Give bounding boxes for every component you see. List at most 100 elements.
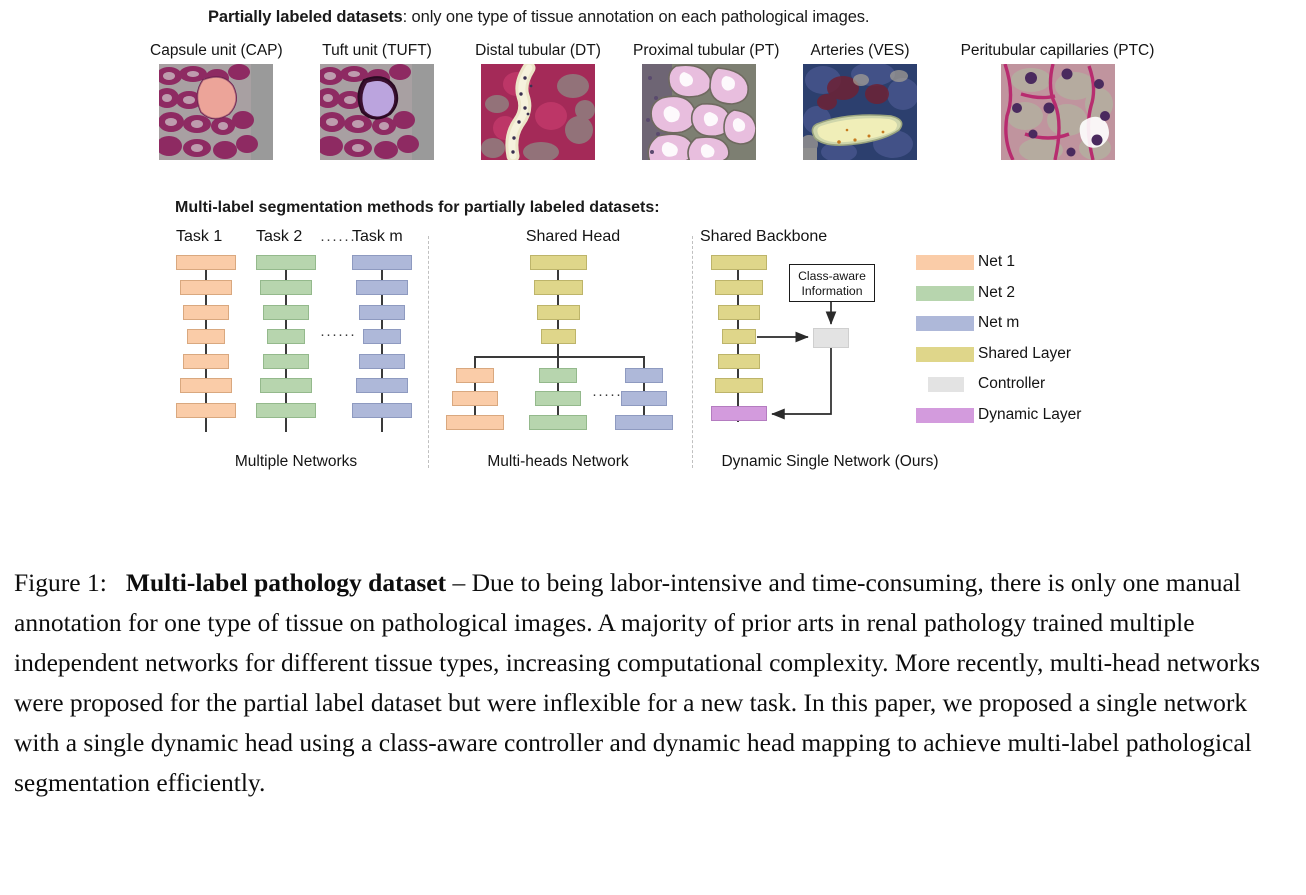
- block-backbone-4: [722, 329, 756, 344]
- thumbnail-column-tuft: Tuft unit (TUFT): [311, 42, 443, 160]
- cap-image-svg: [159, 64, 273, 160]
- panel-multi-heads: Shared Head ······ Multi-heads Network: [446, 228, 700, 478]
- dt-image-svg: [481, 64, 595, 160]
- branch-bus: [474, 356, 644, 358]
- methods-heading: Multi-label segmentation methods for par…: [175, 199, 660, 216]
- thumbnail-label-dt: Distal tubular (DT): [475, 42, 601, 59]
- thumbnail-label-tuft: Tuft unit (TUFT): [322, 42, 432, 59]
- block-shared-head-1: [530, 255, 587, 270]
- block-net2-7: [256, 403, 316, 418]
- task-label-m: Task m: [352, 228, 403, 245]
- pathology-thumbnail-dt: [481, 64, 595, 160]
- panel-multiple-networks: Task 1 Task 2 ······ Task m ······ Multi…: [168, 228, 418, 478]
- panel-caption-dynamic-single: Dynamic Single Network (Ours): [721, 453, 939, 470]
- block-shared-head-4: [541, 329, 576, 344]
- task-label-2: Task 2: [256, 228, 303, 245]
- block-net2-3: [263, 305, 309, 320]
- block-dynamic-layer: [711, 406, 767, 421]
- heading-bold-part: Partially labeled datasets: [208, 8, 403, 26]
- legend-label-netm: Net m: [978, 314, 1020, 331]
- legend-swatch-net2: [916, 285, 974, 301]
- legend-label-controller: Controller: [978, 375, 1046, 392]
- block-head-net1-3: [446, 415, 504, 430]
- arrow-controller-to-dynamic-layer: [771, 348, 832, 420]
- panel-divider-1: [428, 236, 429, 468]
- block-net1-4: [187, 329, 225, 344]
- panel-caption-multi-heads: Multi-heads Network: [487, 453, 629, 470]
- pathology-thumbnail-cap: [159, 64, 273, 160]
- block-controller: [813, 328, 849, 348]
- class-aware-line-2: Information: [801, 283, 863, 298]
- task-label-dots: ······: [320, 231, 356, 248]
- task-label-1: Task 1: [176, 228, 223, 245]
- tissue-thumbnail-strip: Capsule unit (CAP) Tuft unit (TUFT) Dist…: [150, 42, 1160, 187]
- block-netm-5: [359, 354, 405, 369]
- ptc-image-svg: [1000, 64, 1115, 160]
- block-head-netm-2: [621, 391, 667, 406]
- caption-bold-title: Multi-label pathology dataset: [125, 568, 447, 597]
- block-net1-6: [180, 378, 232, 393]
- tuft-image-svg: [320, 64, 434, 160]
- block-head-net1-1: [456, 368, 494, 383]
- ves-image-svg: [803, 64, 917, 160]
- pathology-thumbnail-ves: [803, 64, 917, 160]
- block-backbone-3: [718, 305, 760, 320]
- block-net2-2: [260, 280, 312, 295]
- panel-caption-multiple-networks: Multiple Networks: [234, 453, 358, 470]
- legend-swatch-controller: [928, 377, 964, 392]
- block-net2-6: [260, 378, 312, 393]
- thumbnail-column-cap: Capsule unit (CAP): [150, 42, 283, 160]
- branch-riser-2: [557, 356, 559, 368]
- block-head-net2-1: [539, 368, 577, 383]
- block-net1-3: [183, 305, 229, 320]
- block-head-net2-2: [535, 391, 581, 406]
- block-backbone-1: [711, 255, 767, 270]
- panel-divider-2: [692, 236, 693, 468]
- block-net2-4: [267, 329, 305, 344]
- block-netm-6: [356, 378, 408, 393]
- pathology-thumbnail-pt: [642, 64, 756, 160]
- block-backbone-2: [715, 280, 763, 295]
- class-aware-information-box: Class-aware Information: [789, 264, 875, 302]
- block-net1-7: [176, 403, 236, 418]
- block-net2-1: [256, 255, 316, 270]
- between-networks-dots: ······: [320, 326, 356, 343]
- block-backbone-5: [718, 354, 760, 369]
- legend-swatch-netm: [916, 316, 974, 331]
- block-shared-head-2: [534, 280, 583, 295]
- legend-label-dynamic-layer: Dynamic Layer: [978, 405, 1082, 423]
- panel-title-shared-backbone: Shared Backbone: [700, 228, 828, 245]
- thumbnail-column-dt: Distal tubular (DT): [472, 42, 604, 160]
- block-net1-2: [180, 280, 232, 295]
- block-netm-7: [352, 403, 412, 418]
- block-netm-4: [363, 329, 401, 344]
- thumbnail-column-pt: Proximal tubular (PT): [633, 42, 780, 160]
- branch-riser-1: [474, 356, 476, 368]
- partially-labeled-datasets-heading: Partially labeled datasets: only one typ…: [208, 8, 870, 27]
- pathology-thumbnail-ptc: [1000, 64, 1115, 160]
- block-head-netm-1: [625, 368, 663, 383]
- block-head-netm-3: [615, 415, 673, 430]
- branch-riser-3: [643, 356, 645, 368]
- legend-swatch-dynamic-layer: [916, 407, 974, 423]
- thumbnail-label-ves: Arteries (VES): [810, 42, 910, 59]
- pathology-thumbnail-tuft: [320, 64, 434, 160]
- class-aware-line-1: Class-aware: [798, 269, 866, 283]
- block-backbone-6: [715, 378, 763, 393]
- legend-label-net1: Net 1: [978, 253, 1016, 270]
- thumbnail-label-ptc: Peritubular capillaries (PTC): [960, 42, 1155, 59]
- caption-body: – Due to being labor-intensive and time-…: [14, 568, 1261, 797]
- thumbnail-label-pt: Proximal tubular (PT): [633, 42, 780, 59]
- block-net2-5: [263, 354, 309, 369]
- methods-diagram: Task 1 Task 2 ······ Task m ······ Multi…: [0, 228, 1306, 483]
- block-netm-2: [356, 280, 408, 295]
- block-head-net2-3: [529, 415, 587, 430]
- legend-swatch-shared-layer: [916, 346, 974, 362]
- block-shared-head-3: [537, 305, 580, 320]
- figure-caption: Figure 1: Multi-label pathology dataset …: [14, 563, 1294, 803]
- legend-label-shared-layer: Shared Layer: [978, 344, 1072, 362]
- panel-title-shared-head: Shared Head: [525, 228, 621, 245]
- block-net1-5: [183, 354, 229, 369]
- legend-swatch-net1: [916, 255, 974, 270]
